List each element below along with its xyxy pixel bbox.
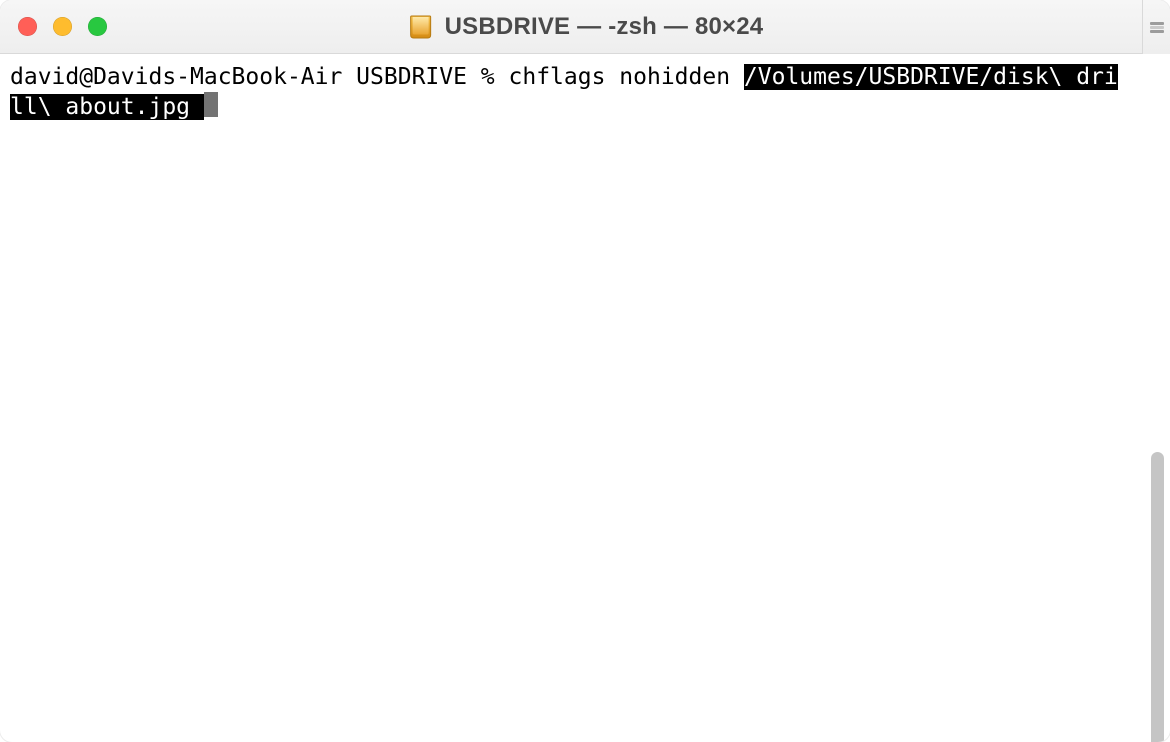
command-highlight-2: ll\ about.jpg	[10, 94, 204, 120]
terminal-viewport: david@Davids-MacBook-Air USBDRIVE % chfl…	[0, 54, 1170, 742]
terminal-window: USBDRIVE — -zsh — 80×24 david@Davids-Mac…	[0, 0, 1170, 742]
cursor	[204, 92, 218, 117]
command-plain: chflags nohidden	[509, 64, 744, 90]
terminal-content[interactable]: david@Davids-MacBook-Air USBDRIVE % chfl…	[0, 54, 1142, 742]
prompt: david@Davids-MacBook-Air USBDRIVE %	[10, 64, 509, 90]
vertical-scrollbar-thumb[interactable]	[1151, 452, 1164, 742]
tab-overflow-button[interactable]	[1142, 0, 1170, 54]
minimize-button[interactable]	[53, 17, 72, 36]
zoom-button[interactable]	[88, 17, 107, 36]
window-title: USBDRIVE — -zsh — 80×24	[445, 13, 764, 41]
traffic-lights	[18, 17, 107, 36]
drive-icon	[407, 13, 435, 41]
close-button[interactable]	[18, 17, 37, 36]
command-highlight-1: /Volumes/USBDRIVE/disk\ dri	[744, 64, 1118, 90]
titlebar: USBDRIVE — -zsh — 80×24	[0, 0, 1170, 54]
window-title-area: USBDRIVE — -zsh — 80×24	[407, 13, 764, 41]
tab-overflow-icon	[1148, 18, 1166, 36]
